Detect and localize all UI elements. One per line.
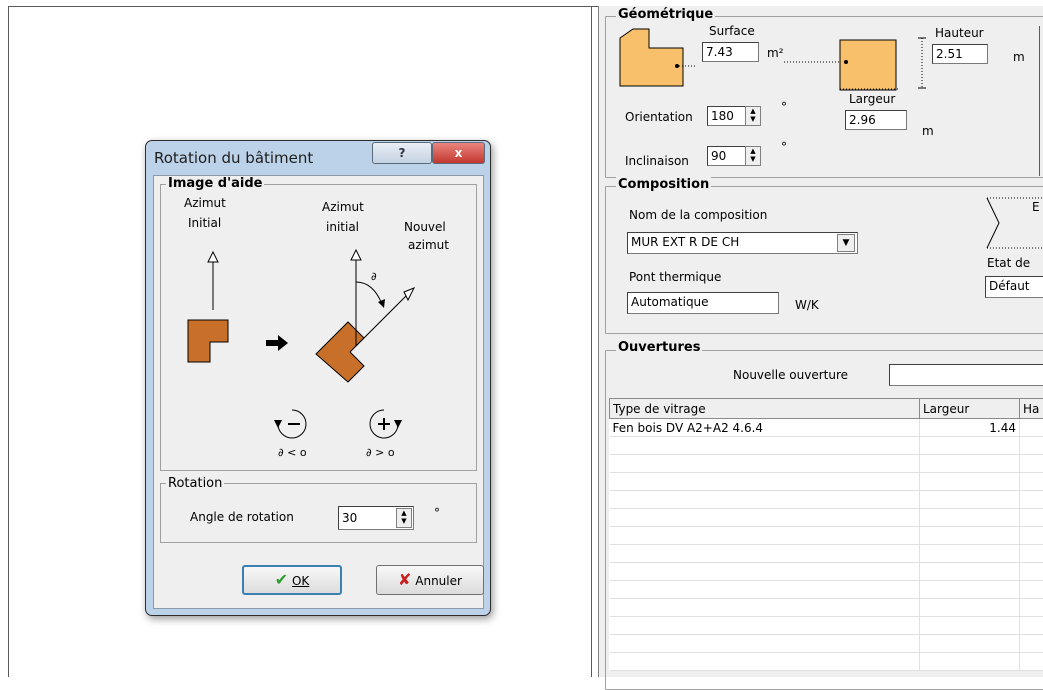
thermal-bridge-label: Pont thermique xyxy=(629,270,721,284)
surface-unit: m² xyxy=(767,46,784,60)
table-row[interactable] xyxy=(610,509,1043,527)
ok-button[interactable]: ✔ OK xyxy=(242,565,342,595)
orientation-spinner[interactable]: ▲▼ xyxy=(745,106,761,126)
close-button[interactable]: x xyxy=(432,142,485,164)
dialog-body: Image d'aide Azimut Initial Azimut initi… xyxy=(153,175,484,609)
cell-largeur: 1.44 xyxy=(920,419,1020,437)
table-row[interactable] xyxy=(610,437,1043,455)
angle-symbol: ∂ xyxy=(371,270,377,283)
cross-icon: ✘ xyxy=(398,570,411,589)
rotate-negative-icon xyxy=(268,404,320,444)
thermal-bridge-field[interactable]: Automatique xyxy=(627,292,779,314)
openings-table: Type de vitrage Largeur Ha Fen bois DV A… xyxy=(609,398,1043,671)
table-row[interactable] xyxy=(610,599,1043,617)
help-button[interactable]: ? xyxy=(372,142,432,164)
cell-hauteur xyxy=(1020,419,1043,437)
table-row[interactable]: Fen bois DV A2+A2 4.6.4 1.44 xyxy=(610,419,1043,437)
table-row[interactable] xyxy=(610,545,1043,563)
azimut-initial-b-label-2: initial xyxy=(326,220,359,234)
composition-group-title: Composition xyxy=(616,177,711,192)
table-row[interactable] xyxy=(610,473,1043,491)
height-label: Hauteur xyxy=(935,26,984,40)
inclination-spinner[interactable]: ▲▼ xyxy=(745,146,761,166)
width-field[interactable]: 2.96 xyxy=(845,110,907,130)
table-row[interactable] xyxy=(610,635,1043,653)
state-combo[interactable]: Défaut xyxy=(985,276,1043,298)
negative-rotation-label: ∂ < o xyxy=(278,446,307,459)
positive-rotation-label: ∂ > o xyxy=(366,446,395,459)
table-row[interactable] xyxy=(610,581,1043,599)
angle-unit: ° xyxy=(434,506,440,520)
azimut-initial-label-2: Initial xyxy=(188,216,221,230)
table-row[interactable] xyxy=(610,653,1043,671)
chevron-down-icon[interactable]: ▼ xyxy=(837,234,855,252)
azimut-initial-b-label: Azimut xyxy=(322,200,364,214)
height-field[interactable]: 2.51 xyxy=(932,44,988,64)
openings-group-title: Ouvertures xyxy=(616,340,702,355)
rotation-group-title: Rotation xyxy=(166,476,224,491)
window-divider xyxy=(591,6,592,677)
surface-field[interactable]: 7.43 xyxy=(702,42,759,62)
rotate-positive-icon xyxy=(358,404,410,444)
table-row[interactable] xyxy=(610,617,1043,635)
table-row[interactable] xyxy=(610,527,1043,545)
orientation-label: Orientation xyxy=(625,110,693,124)
check-icon: ✔ xyxy=(275,570,288,589)
state-label: Etat de xyxy=(987,256,1030,270)
height-dimension-icon xyxy=(917,36,927,91)
cell-type: Fen bois DV A2+A2 4.6.4 xyxy=(610,419,920,437)
col-largeur[interactable]: Largeur xyxy=(920,399,1020,419)
geometry-group-title: Géométrique xyxy=(616,7,715,22)
help-image-group-title: Image d'aide xyxy=(166,176,264,191)
height-unit: m xyxy=(1013,50,1025,64)
col-type-vitrage[interactable]: Type de vitrage xyxy=(610,399,920,419)
composition-name-label: Nom de la composition xyxy=(629,208,767,222)
thermal-bridge-unit: W/K xyxy=(795,298,819,312)
angle-spinner[interactable]: ▲▼ xyxy=(396,508,412,528)
geometry-divider xyxy=(1039,26,1040,176)
new-opening-label: Nouvelle ouverture xyxy=(733,368,848,382)
inclination-label: Inclinaison xyxy=(625,154,689,168)
orientation-unit: ° xyxy=(781,100,787,114)
width-unit: m xyxy=(922,124,934,138)
azimut-initial-label: Azimut xyxy=(184,196,226,210)
composition-name-combo[interactable]: MUR EXT R DE CH xyxy=(627,232,858,254)
wall-shape-icon xyxy=(784,32,904,92)
rotation-dialog: Rotation du bâtiment ? x Image d'aide Az… xyxy=(145,140,491,616)
surface-label: Surface xyxy=(709,24,755,38)
new-opening-field[interactable] xyxy=(889,364,1043,386)
table-row[interactable] xyxy=(610,563,1043,581)
width-label: Largeur xyxy=(849,92,895,106)
nouvel-azimut-label: Nouvel xyxy=(404,220,446,234)
building-properties-panel: Géométrique Surface 7.43 m² Hauteur 2.51… xyxy=(598,6,1043,677)
inclination-unit: ° xyxy=(781,140,787,154)
cancel-button[interactable]: ✘ Annuler xyxy=(376,565,484,595)
col-hauteur[interactable]: Ha xyxy=(1020,399,1043,419)
table-row[interactable] xyxy=(610,491,1043,509)
rotation-diagram: ∂ xyxy=(168,242,468,392)
table-row[interactable] xyxy=(610,455,1043,473)
angle-label: Angle de rotation xyxy=(190,510,294,524)
cancel-button-label: Annuler xyxy=(415,574,462,588)
composition-arrow-text: E xyxy=(1032,200,1040,214)
ok-button-label: OK xyxy=(292,574,309,588)
dialog-title: Rotation du bâtiment xyxy=(154,149,313,167)
